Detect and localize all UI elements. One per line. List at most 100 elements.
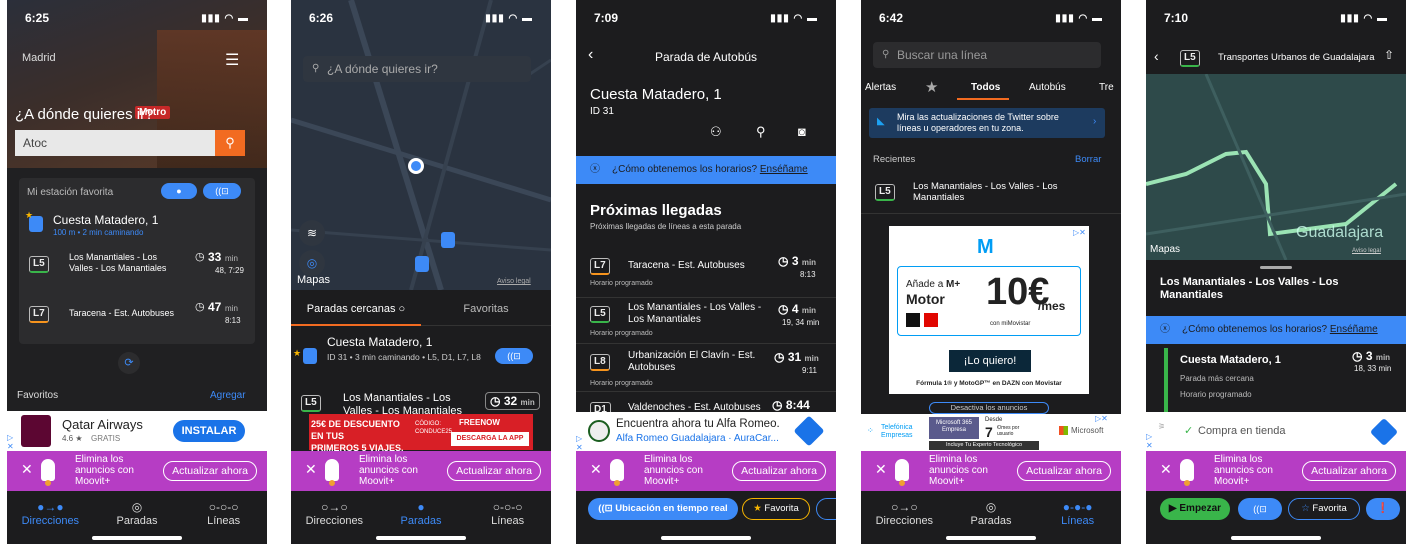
refresh-button[interactable]: ⟳ xyxy=(118,352,140,374)
ad-choices-icon[interactable]: ▷✕ xyxy=(1146,432,1153,450)
ad-banner[interactable]: ▷ ✕ Qatar Airways 4.6 ★ GRATIS INSTALAR xyxy=(7,411,267,451)
map-stop[interactable] xyxy=(415,256,429,272)
binoculars-icon[interactable]: ⚇ xyxy=(710,124,722,140)
arrival-row[interactable]: L5 Los Manantiales - Los Valles - Los Ma… xyxy=(291,388,551,414)
start-button[interactable]: ▶ Empezar xyxy=(1160,498,1230,520)
tab-bus[interactable]: Autobús xyxy=(1029,82,1066,93)
close-icon[interactable]: ⓧ xyxy=(1160,316,1170,344)
upgrade-button[interactable]: Actualizar ahora xyxy=(732,461,826,481)
close-icon[interactable]: ⓧ xyxy=(590,156,600,184)
ad-cta-button[interactable]: ¡Lo quiero! xyxy=(949,350,1031,372)
next-times: 48, 7:29 xyxy=(215,266,244,275)
tab-lines[interactable]: ●-●-● Líneas xyxy=(1038,499,1118,527)
directions-icon[interactable] xyxy=(1369,417,1399,447)
tab-alerts[interactable]: Alertas xyxy=(865,82,896,93)
map-search-input[interactable]: ⚲ ¿A dónde quieres ir? xyxy=(303,56,531,82)
tab-directions[interactable]: ●→● Direcciones xyxy=(10,499,90,527)
tab-lines[interactable]: ○-○-○ Líneas xyxy=(468,499,548,527)
schedule-info-banner[interactable]: ⓧ ¿Cómo obtenemos los horarios? Enséñame xyxy=(576,156,836,184)
qatar-logo xyxy=(21,415,51,447)
ad-choices-icon[interactable]: ▷✕ xyxy=(1095,414,1108,423)
ad-banner[interactable]: ▷ ✕ Encuentra ahora tu Alfa Romeo. Alfa R… xyxy=(576,412,836,452)
sheet-handle[interactable] xyxy=(1260,266,1292,269)
freenow-ad[interactable]: 25€ DE DESCUENTO EN TUS PRIMEROS 5 VIAJES… xyxy=(309,414,533,453)
back-icon[interactable]: ‹ xyxy=(1154,48,1159,64)
more-button[interactable]: ❗ xyxy=(1366,498,1400,520)
tab-train[interactable]: Tre xyxy=(1099,82,1114,93)
ad-cta[interactable]: DESCARGA LA APP xyxy=(451,432,529,446)
clear-link[interactable]: Borrar xyxy=(1075,154,1101,165)
tab-nearby[interactable]: Paradas cercanas ○ xyxy=(291,296,421,326)
favorite-button[interactable]: ☆ Favorita xyxy=(1288,498,1360,520)
upgrade-button[interactable]: Actualizar ahora xyxy=(447,461,541,481)
tab-directions[interactable]: ○→○ Direcciones xyxy=(294,499,374,527)
ad-banner[interactable]: ▷ ✕ ⚞ ✓ Compra en tienda xyxy=(1146,412,1406,451)
install-button[interactable]: INSTALAR xyxy=(173,420,245,442)
upgrade-button[interactable]: Actualizar ahora xyxy=(1017,461,1111,481)
alert-button[interactable]: ● xyxy=(161,183,197,199)
tab-directions[interactable]: ○→○ Direcciones xyxy=(864,499,944,527)
stop-name[interactable]: Cuesta Matadero, 1 xyxy=(1180,354,1281,366)
tab-stops[interactable]: ◎ Paradas xyxy=(97,499,177,527)
stop-list-item[interactable]: ★ Cuesta Matadero, 1 ID 31 • 3 min camin… xyxy=(291,330,551,380)
info-link[interactable]: Enséñame xyxy=(760,164,808,175)
locate-button[interactable]: ◎ xyxy=(299,250,325,276)
favorite-button[interactable]: ★ Favorita xyxy=(742,498,810,520)
tab-starred[interactable]: ★ xyxy=(925,78,938,96)
tab-favorites[interactable]: Favoritas xyxy=(421,296,551,326)
search-input[interactable]: Atoc xyxy=(15,130,215,156)
clock: 6:42 xyxy=(879,11,904,25)
directions-icon[interactable] xyxy=(793,415,825,447)
recent-line-item[interactable]: L5 Los Manantiales - Los Valles - Los Ma… xyxy=(861,176,1121,214)
legal-link[interactable]: Aviso legal xyxy=(1352,248,1381,254)
live-bus-button[interactable]: ((⊡ xyxy=(203,183,241,199)
search-button[interactable]: ⚲ xyxy=(215,130,245,156)
route-map[interactable]: Guadalajara Mapas Aviso legal xyxy=(1146,74,1406,260)
arrival-row[interactable]: L5 Los Manantiales - Los Valles - Los Ma… xyxy=(25,248,249,288)
walk-pin-icon[interactable]: ⚲ xyxy=(756,124,766,140)
layers-button[interactable]: ≋ xyxy=(299,220,325,246)
arrival-row[interactable]: L7 Taracena - Est. Autobuses ◷ 47 min 8:… xyxy=(25,298,249,338)
arrival-row[interactable]: L7 Taracena - Est. Autobuses ◷ 3 min 8:1… xyxy=(576,250,836,298)
arrival-row[interactable]: D1 Valdenoches - Est. Autobuses ◷ 8:44 xyxy=(576,394,836,412)
deactivate-ads-button[interactable]: Desactiva los anuncios xyxy=(929,402,1049,414)
map-stop-favorite[interactable] xyxy=(441,232,455,248)
twitter-banner[interactable]: ◣ Mira las actualizaciones de Twitter so… xyxy=(869,108,1105,138)
menu-icon[interactable]: ☰ xyxy=(225,50,239,70)
clock: 7:09 xyxy=(594,11,619,25)
close-icon[interactable]: ✕ xyxy=(1160,461,1172,478)
line-search-input[interactable]: ⚲ Buscar una línea xyxy=(873,42,1101,68)
map[interactable] xyxy=(291,0,551,290)
close-icon[interactable]: ✕ xyxy=(21,461,33,478)
tab-stops[interactable]: ◎ Paradas xyxy=(951,499,1031,527)
bus-stop-icon xyxy=(303,348,317,364)
camera-icon[interactable]: ◙ xyxy=(798,124,806,139)
upgrade-button[interactable]: Actualizar ahora xyxy=(1302,461,1396,481)
movistar-ad[interactable]: ▷✕ M Añade a M+ Motor 10€ /mes con miMov… xyxy=(889,226,1089,394)
ad-choices-icon[interactable]: ▷✕ xyxy=(7,433,14,451)
close-icon[interactable]: ✕ xyxy=(875,461,887,478)
close-icon[interactable]: ✕ xyxy=(305,461,317,478)
tab-all[interactable]: Todos xyxy=(971,82,1000,93)
info-link[interactable]: Enséñame xyxy=(1330,324,1378,335)
ad-choices-icon[interactable]: ▷✕ xyxy=(576,434,583,452)
live-button[interactable]: ((⊡ xyxy=(495,348,533,364)
tab-lines[interactable]: ○-○-○ Líneas xyxy=(184,499,264,527)
tab-stops[interactable]: ● Paradas xyxy=(381,499,461,527)
ms-from: Desde xyxy=(985,417,1003,423)
ad-banner[interactable]: ⁘ Telefónica Empresas Microsoft 365 Empre… xyxy=(861,414,1121,451)
close-icon[interactable]: ✕ xyxy=(590,461,602,478)
arrival-row[interactable]: L8 Urbanización El Clavín - Est. Autobus… xyxy=(576,344,836,392)
add-favorite-link[interactable]: Agregar xyxy=(210,390,246,401)
schedule-info-banner[interactable]: ⓧ ¿Cómo obtenemos los horarios? Enséñame xyxy=(1146,316,1406,344)
legal-link[interactable]: Aviso legal xyxy=(497,278,531,285)
arrival-row[interactable]: L5 Los Manantiales - Los Valles - Los Ma… xyxy=(576,298,836,344)
share-icon[interactable]: ⇧ xyxy=(1384,48,1394,62)
stop-name[interactable]: Cuesta Matadero, 1 xyxy=(53,213,158,227)
more-button[interactable] xyxy=(816,498,836,520)
info-text: ¿Cómo obtenemos los horarios? Enséñame xyxy=(1182,316,1378,344)
upgrade-button[interactable]: Actualizar ahora xyxy=(163,461,257,481)
live-bus-button[interactable]: ((⊡ xyxy=(1238,498,1282,520)
ad-choices-icon[interactable]: ▷✕ xyxy=(1073,228,1086,237)
live-location-button[interactable]: ((⊡ Ubicación en tiempo real xyxy=(588,498,738,520)
